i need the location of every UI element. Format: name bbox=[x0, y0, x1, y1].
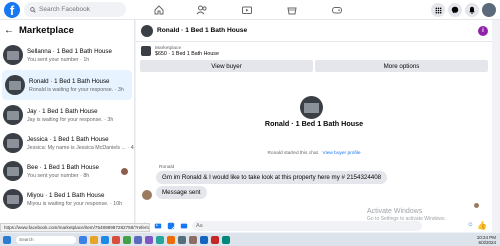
task-view-icon[interactable] bbox=[79, 235, 87, 244]
app-icon[interactable] bbox=[167, 235, 175, 244]
seen-avatar bbox=[121, 168, 128, 175]
conversation-name: Bee · 1 Bed 1 Bath House bbox=[27, 163, 99, 171]
conversation-avatar bbox=[5, 75, 25, 95]
activate-windows-watermark: Activate Windows Go to Settings to activ… bbox=[367, 208, 446, 222]
search-icon bbox=[30, 6, 36, 13]
conversation-name: Sellanna · 1 Bed 1 Bath House bbox=[27, 47, 112, 55]
start-icon[interactable] bbox=[3, 235, 11, 244]
conversation-avatar bbox=[3, 161, 23, 181]
chat-header: Ronald · 1 Bed 1 Bath House i bbox=[136, 20, 492, 42]
search-input[interactable] bbox=[39, 6, 124, 13]
gaming-icon[interactable] bbox=[331, 4, 343, 16]
more-options-button[interactable]: More options bbox=[315, 60, 488, 72]
file-explorer-icon[interactable] bbox=[90, 235, 98, 244]
chat-panel: Ronald · 1 Bed 1 Bath House i Marketplac… bbox=[136, 20, 492, 232]
taskbar-search[interactable]: Search bbox=[16, 235, 76, 244]
like-icon[interactable]: 👍 bbox=[477, 221, 487, 231]
info-icon[interactable]: i bbox=[478, 26, 488, 36]
chat-title[interactable]: Ronald · 1 Bed 1 Bath House bbox=[157, 27, 247, 34]
marketplace-sidebar: ← Marketplace Sellanna · 1 Bed 1 Bath Ho… bbox=[0, 20, 135, 232]
image-icon[interactable] bbox=[154, 222, 162, 230]
top-navigation-bar: f bbox=[0, 0, 500, 20]
marketplace-icon[interactable] bbox=[286, 4, 298, 16]
sender-avatar bbox=[142, 190, 152, 200]
conversation-avatar bbox=[3, 133, 23, 153]
listing-summary[interactable]: Marketplace $650 · 1 Bed 1 Bath House bbox=[136, 42, 492, 60]
conversation-avatar bbox=[3, 105, 23, 125]
app-icon[interactable] bbox=[134, 235, 142, 244]
conversation-item[interactable]: Jessica · 1 Bed 1 Bath House Jessica: My… bbox=[0, 130, 134, 156]
gif-icon[interactable] bbox=[180, 222, 188, 230]
view-buyer-button[interactable]: View buyer bbox=[140, 60, 313, 72]
notifications-icon[interactable] bbox=[465, 3, 479, 17]
listing-price: $650 · 1 Bed 1 Bath House bbox=[155, 50, 219, 57]
message-input[interactable] bbox=[192, 221, 422, 231]
conversation-preview: Ronald is waiting for your response. · 3… bbox=[29, 86, 124, 93]
conversation-item[interactable]: Miyou · 1 Bed 1 Bath House Miyou is wait… bbox=[0, 186, 134, 212]
watermark-subtitle: Go to Settings to activate Windows. bbox=[367, 216, 446, 222]
friends-icon[interactable] bbox=[196, 4, 208, 16]
search-box[interactable] bbox=[24, 2, 126, 17]
facebook-logo-icon[interactable]: f bbox=[4, 2, 20, 18]
conversation-avatar bbox=[3, 45, 23, 65]
conversation-preview: Miyou is waiting for your response. · 10… bbox=[27, 200, 123, 207]
conversation-preview: You sent your number · 8h bbox=[27, 172, 90, 179]
app-icon[interactable] bbox=[222, 235, 230, 244]
conversation-preview: Jessica: My name is Jessica McDaniels ..… bbox=[27, 144, 134, 151]
conversation-item[interactable]: Jay · 1 Bed 1 Bath House Jay is waiting … bbox=[0, 102, 134, 128]
listing-thumbnail bbox=[141, 46, 151, 56]
read-receipt-avatar bbox=[474, 203, 479, 208]
listing-avatar-large bbox=[300, 96, 323, 119]
system-clock[interactable]: 10:24 PM 6/3/2024 bbox=[477, 235, 496, 245]
sidebar-title: Marketplace bbox=[19, 24, 74, 36]
app-icon[interactable] bbox=[123, 235, 131, 244]
chat-header-avatar[interactable] bbox=[141, 24, 153, 37]
messenger-icon[interactable] bbox=[448, 3, 462, 17]
app-icon[interactable] bbox=[156, 235, 164, 244]
view-buyer-profile-link[interactable]: View buyer profile bbox=[323, 151, 361, 156]
app-icon[interactable] bbox=[189, 235, 197, 244]
app-icon[interactable] bbox=[145, 235, 153, 244]
watermark-title: Activate Windows bbox=[367, 208, 423, 215]
conversation-name: Miyou · 1 Bed 1 Bath House bbox=[27, 191, 105, 199]
conversation-item[interactable]: Bee · 1 Bed 1 Bath House You sent your n… bbox=[0, 158, 134, 184]
conversation-name: Jessica · 1 Bed 1 Bath House bbox=[27, 135, 109, 143]
emoji-icon[interactable]: ☺ bbox=[467, 222, 474, 229]
conversation-name: Jay · 1 Bed 1 Bath House bbox=[27, 107, 98, 115]
sidebar-header: ← Marketplace bbox=[0, 20, 134, 40]
started-text: Ronald started this chat. bbox=[267, 151, 320, 156]
link-status-bar: https://www.facebook.com/marketplace/ite… bbox=[0, 223, 150, 232]
profile-avatar[interactable] bbox=[482, 3, 496, 17]
app-icon[interactable] bbox=[211, 235, 219, 244]
home-icon[interactable] bbox=[153, 4, 165, 16]
sent-message-bubble: Message sent bbox=[156, 186, 207, 199]
menu-icon[interactable] bbox=[431, 3, 445, 17]
clock-date: 6/3/2024 bbox=[478, 240, 496, 245]
edge-icon[interactable] bbox=[101, 235, 109, 244]
chrome-icon[interactable] bbox=[112, 235, 120, 244]
app-icon[interactable] bbox=[200, 235, 208, 244]
chat-started-notice: Ronald started this chat. View buyer pro… bbox=[136, 151, 492, 156]
sticker-icon[interactable] bbox=[167, 222, 175, 230]
conversation-preview: You sent your number · 1h bbox=[27, 56, 90, 63]
watch-icon[interactable] bbox=[241, 4, 253, 16]
sender-name: Ronald bbox=[159, 165, 175, 170]
conversation-preview: Jay is waiting for your response. · 3h bbox=[27, 116, 114, 123]
conversation-title: Ronald · 1 Bed 1 Bath House bbox=[264, 119, 364, 128]
conversation-item[interactable]: Sellanna · 1 Bed 1 Bath House You sent y… bbox=[0, 42, 134, 68]
back-arrow-icon[interactable]: ← bbox=[4, 25, 14, 36]
app-icon[interactable] bbox=[178, 235, 186, 244]
windows-taskbar: Search 10:24 PM 6/3/2024 bbox=[0, 233, 500, 246]
conversation-avatar bbox=[3, 189, 23, 209]
conversation-item-active[interactable]: Ronald · 1 Bed 1 Bath House Ronald is wa… bbox=[2, 70, 132, 100]
incoming-message-bubble: Gm im Ronald & I would like to take look… bbox=[156, 171, 388, 184]
conversation-name: Ronald · 1 Bed 1 Bath House bbox=[29, 77, 110, 85]
